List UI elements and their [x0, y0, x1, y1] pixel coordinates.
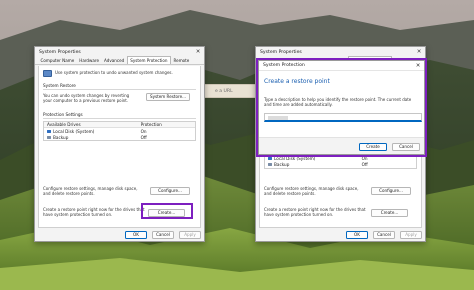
create-text-2: have system protection turned on.	[264, 212, 334, 217]
system-drive-icon	[47, 129, 51, 133]
drive-protection: Off	[140, 134, 147, 140]
drive-name: Backup	[274, 161, 290, 167]
drives-table: Available Drives Protection Local Disk (…	[43, 121, 196, 141]
tab-advanced[interactable]: Advanced	[102, 57, 127, 64]
dialog-footer: OK Cancel Apply	[346, 231, 422, 239]
browser-address-hint: e a URL	[205, 84, 258, 98]
intro-text: Use system protection to undo unwanted s…	[55, 70, 173, 75]
tab-hardware[interactable]: Hardware	[77, 57, 102, 64]
cancel-button[interactable]: Cancel	[152, 231, 174, 239]
close-icon[interactable]: ✕	[192, 49, 204, 55]
window-title: System Properties	[260, 49, 302, 55]
column-protection: Protection	[140, 122, 162, 127]
configure-button[interactable]: Configure...	[371, 187, 411, 195]
drive-name: Local Disk (System)	[53, 128, 95, 134]
create-button[interactable]: Create	[359, 143, 387, 151]
tab-computer-name[interactable]: Computer Name	[38, 57, 77, 64]
system-restore-button[interactable]: System Restore...	[146, 93, 190, 101]
title-bar: System Properties ✕	[256, 47, 425, 57]
create-text-2: have system protection turned on.	[43, 212, 113, 217]
cancel-button[interactable]: Cancel	[392, 143, 420, 151]
cancel-button[interactable]: Cancel	[373, 231, 395, 239]
system-protection-panel: Use system protection to undo unwanted s…	[38, 66, 201, 228]
configure-text-2: and delete restore points.	[43, 191, 95, 196]
drive-protection: On	[361, 155, 368, 161]
configure-button[interactable]: Configure...	[150, 187, 190, 195]
divider	[43, 118, 196, 119]
close-icon[interactable]: ✕	[413, 49, 425, 55]
dialog-footer: OK Cancel Apply	[125, 231, 201, 239]
apply-button[interactable]: Apply	[400, 231, 422, 239]
tab-system-protection[interactable]: System Protection	[126, 56, 172, 64]
tab-remote[interactable]: Remote	[171, 57, 192, 64]
ok-button[interactable]: OK	[346, 231, 368, 239]
column-available-drives: Available Drives	[47, 122, 81, 127]
protection-settings-label: Protection Settings	[43, 112, 83, 117]
drive-name: Backup	[53, 134, 69, 140]
dialog-description: Type a description to help you identify …	[264, 97, 412, 107]
system-properties-window-left: System Properties ✕ Computer Name Hardwa…	[34, 46, 205, 242]
dialog-heading: Create a restore point	[264, 78, 330, 85]
divider	[43, 89, 196, 90]
create-button[interactable]: Create...	[148, 209, 185, 217]
table-row[interactable]: Backup Off	[265, 161, 416, 167]
drive-icon	[268, 162, 272, 166]
system-drive-icon	[268, 156, 272, 160]
drive-icon	[47, 135, 51, 139]
drives-table: Local Disk (System) On Backup Off	[264, 155, 417, 169]
drive-name: Local Disk (System)	[274, 155, 316, 161]
table-row[interactable]: Local Disk (System) On	[265, 155, 416, 161]
drive-protection: On	[140, 128, 147, 134]
system-restore-text-2: your computer to a previous restore poin…	[43, 98, 129, 103]
title-bar: System Protection ✕	[259, 61, 424, 71]
close-icon[interactable]: ✕	[412, 63, 424, 69]
title-bar: System Properties ✕	[35, 47, 204, 57]
window-title: System Properties	[39, 49, 81, 55]
dialog-footer: Create Cancel	[259, 137, 424, 154]
create-restore-point-dialog: System Protection ✕ Create a restore poi…	[258, 60, 425, 155]
table-row[interactable]: Local Disk (System) On	[44, 128, 195, 134]
input-text-selection	[268, 116, 288, 120]
ok-button[interactable]: OK	[125, 231, 147, 239]
drive-protection: Off	[361, 161, 368, 167]
tab-strip: Computer Name Hardware Advanced System P…	[35, 56, 204, 65]
system-restore-label: System Restore	[43, 83, 76, 88]
create-button[interactable]: Create...	[371, 209, 408, 217]
table-row[interactable]: Backup Off	[44, 134, 195, 140]
dialog-title: System Protection	[263, 63, 305, 68]
configure-text-2: and delete restore points.	[264, 191, 316, 196]
apply-button[interactable]: Apply	[179, 231, 201, 239]
system-protection-icon	[43, 70, 52, 77]
